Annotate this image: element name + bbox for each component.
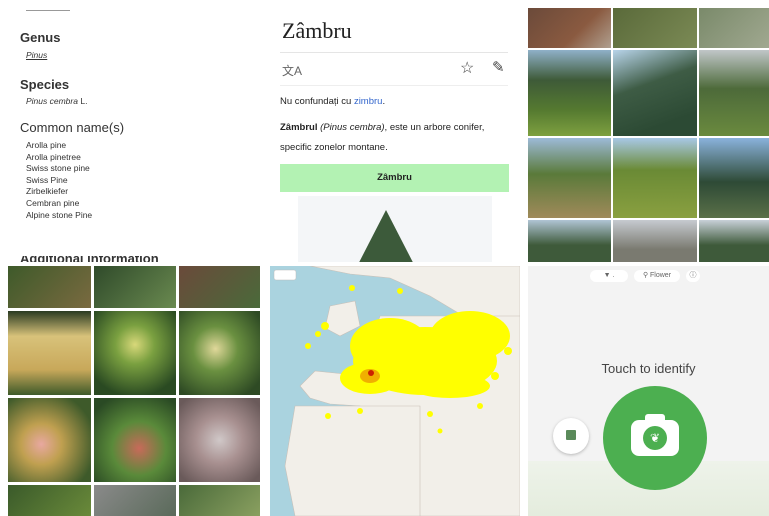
species-name: Pinus cembra: [26, 96, 78, 106]
common-name-item: Alpine stone Pine: [26, 209, 93, 220]
closeup-photo-grid: [8, 266, 260, 516]
lead-paragraph: Zâmbrul (Pinus cembra), este un arbore c…: [280, 118, 508, 158]
filter-chip[interactable]: ▼ .: [590, 270, 628, 282]
hatnote-suffix: .: [382, 96, 386, 107]
hotspot-center: [368, 370, 374, 376]
photo-thumbnail[interactable]: [94, 398, 176, 482]
star-icon[interactable]: ☆: [460, 58, 474, 78]
photo-thumbnail[interactable]: [94, 485, 176, 516]
photo-thumbnail[interactable]: [613, 8, 697, 48]
photo-thumbnail[interactable]: [8, 266, 91, 308]
camera-button[interactable]: ❦: [603, 386, 707, 490]
photo-thumbnail[interactable]: [699, 138, 769, 218]
leaf-icon: ❦: [643, 426, 667, 450]
photo-thumbnail[interactable]: [179, 311, 260, 395]
photo-thumbnail[interactable]: [179, 485, 260, 516]
photo-thumbnail[interactable]: [699, 50, 769, 136]
organ-chip[interactable]: ⚲ Flower: [634, 270, 680, 282]
common-name-item: Cembran pine: [26, 197, 80, 208]
pencil-icon[interactable]: ✎: [492, 58, 505, 76]
article-title: Zâmbru: [282, 18, 352, 43]
lead-bold: Zâmbrul: [280, 122, 318, 133]
common-name-item: Zirbelkiefer: [26, 186, 69, 197]
map-control[interactable]: [273, 269, 297, 281]
photo-thumbnail[interactable]: [613, 50, 697, 136]
hatnote-prefix: Nu confundați cu: [280, 96, 354, 107]
photo-thumbnail[interactable]: [528, 8, 611, 48]
common-name-item: Arolla pinetree: [26, 151, 81, 162]
map-canvas: [270, 266, 520, 516]
lead-italic: (Pinus cembra): [320, 122, 385, 133]
photo-thumbnail[interactable]: [94, 266, 176, 308]
species-author: L.: [80, 96, 88, 106]
genus-link[interactable]: Pinus: [26, 50, 47, 60]
photo-thumbnail[interactable]: [179, 266, 260, 308]
photo-thumbnail[interactable]: [94, 311, 176, 395]
photo-thumbnail[interactable]: [8, 485, 91, 516]
hatnote: Nu confundați cu zimbru.: [280, 96, 385, 107]
photo-thumbnail[interactable]: [8, 398, 91, 482]
infobox-photo[interactable]: [298, 196, 492, 262]
identify-prompt: Touch to identify: [601, 361, 696, 376]
photo-thumbnail[interactable]: [528, 50, 611, 136]
photo-thumbnail[interactable]: [699, 220, 769, 262]
additional-info-heading: Additional information: [20, 256, 159, 262]
identify-panel: ▼ . ⚲ Flower ⓘ Touch to identify ❦: [528, 266, 769, 516]
photo-thumbnail[interactable]: [528, 138, 611, 218]
toolbar-divider: [280, 85, 508, 86]
genus-heading: Genus: [20, 30, 61, 45]
photo-thumbnail[interactable]: [699, 8, 769, 48]
common-name-item: Swiss stone pine: [26, 163, 90, 174]
common-names-heading: Common name(s): [20, 120, 125, 135]
info-icon[interactable]: ⓘ: [686, 270, 700, 282]
distribution-map[interactable]: [270, 266, 520, 516]
photo-thumbnail[interactable]: [528, 220, 611, 262]
species-value: Pinus cembra L.: [26, 96, 87, 106]
infobox-title: Zâmbru: [280, 164, 509, 192]
divider: [26, 10, 70, 11]
photo-thumbnail[interactable]: [613, 220, 697, 262]
land-africa: [284, 405, 421, 516]
photo-grid: [528, 8, 769, 262]
common-names-list: Arolla pine Arolla pinetree Swiss stone …: [26, 140, 92, 221]
taxonomy-panel: Genus Pinus Species Pinus cembra L. Comm…: [0, 0, 262, 262]
photo-thumbnail[interactable]: [179, 398, 260, 482]
photo-thumbnail[interactable]: [613, 138, 697, 218]
translate-icon[interactable]: 文A: [282, 62, 302, 79]
species-heading: Species: [20, 77, 70, 92]
tree-silhouette: [350, 210, 422, 262]
common-name-item: Arolla pine: [26, 140, 67, 150]
photo-thumbnail[interactable]: [8, 311, 91, 395]
gallery-glyph: [566, 430, 576, 440]
gallery-icon[interactable]: [553, 418, 589, 454]
common-name-item: Swiss Pine: [26, 174, 68, 185]
title-divider: [280, 52, 508, 53]
wiki-article-panel: Zâmbru 文A ☆ ✎ Nu confundați cu zimbru. Z…: [262, 0, 528, 262]
hatnote-link[interactable]: zimbru: [354, 96, 383, 107]
